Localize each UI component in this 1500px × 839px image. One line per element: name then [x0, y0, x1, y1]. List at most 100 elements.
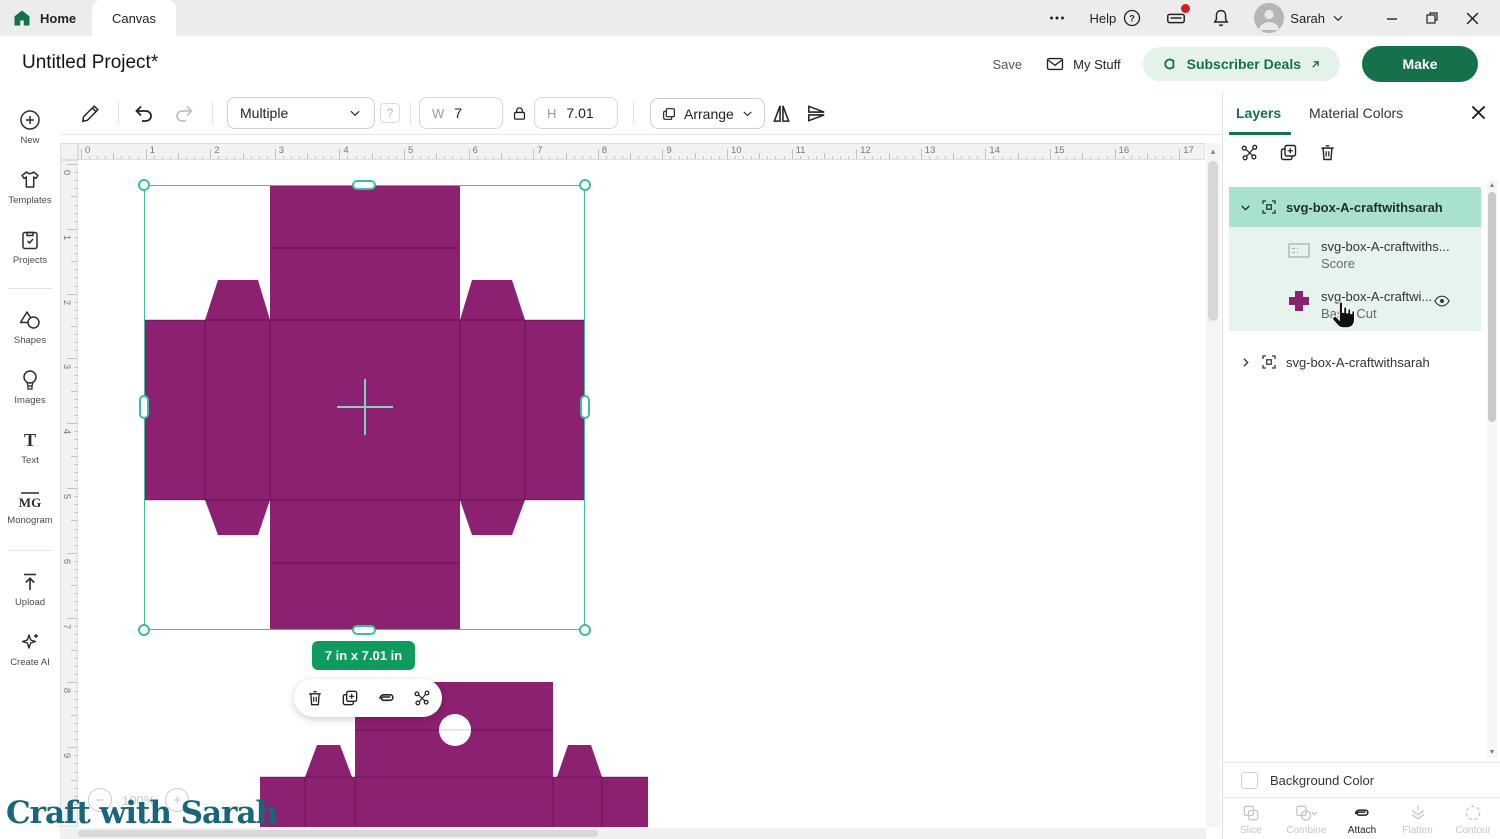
machine-status-button[interactable] — [1164, 7, 1188, 29]
ruler-tick — [574, 156, 575, 159]
duplicate-button[interactable] — [340, 688, 360, 708]
layer-group-row-collapsed[interactable]: svg-box-A-craftwithsarah — [1229, 344, 1481, 380]
window-restore-button[interactable] — [1425, 11, 1439, 25]
attach-button[interactable]: Attach — [1334, 798, 1390, 839]
ruler-number: 7 — [537, 145, 542, 156]
scroll-down-arrow[interactable]: ▼ — [1487, 749, 1497, 756]
scrollbar-thumb[interactable] — [78, 830, 598, 837]
ruler-number: 5 — [408, 145, 413, 156]
ruler-tick — [477, 156, 478, 159]
ruler-tick — [74, 480, 77, 481]
ruler-number: 6 — [473, 145, 478, 156]
delete-button[interactable] — [1317, 142, 1338, 163]
tab-material-colors[interactable]: Material Colors — [1309, 105, 1403, 121]
scrollbar-thumb[interactable] — [1488, 192, 1496, 422]
bell-icon[interactable] — [1210, 7, 1232, 29]
resize-handle-top-left[interactable] — [138, 179, 150, 191]
sidebar-item-shapes[interactable]: Shapes — [0, 308, 60, 346]
flatten-button[interactable]: Flatten — [1390, 798, 1446, 839]
resize-handle-top-right[interactable] — [579, 179, 591, 191]
ruler-tick — [662, 149, 663, 159]
tab-home[interactable]: Home — [12, 0, 76, 36]
sidebar-item-templates[interactable]: Templates — [0, 168, 60, 206]
ruler-tick — [549, 156, 550, 159]
chevron-right-icon[interactable] — [1239, 356, 1252, 369]
layer-name: svg-box-A-craftwiths... — [1321, 239, 1450, 254]
ruler-tick — [856, 149, 857, 159]
selection-type-dropdown[interactable]: Multiple — [227, 97, 375, 129]
scrollbar-thumb[interactable] — [1208, 161, 1218, 321]
sidebar-item-images[interactable]: Images — [0, 368, 60, 406]
ruler-tick — [74, 512, 77, 513]
save-button[interactable]: Save — [993, 57, 1023, 72]
help-button[interactable]: Help ? — [1090, 8, 1143, 28]
user-menu[interactable]: Sarah — [1254, 3, 1345, 33]
sidebar-item-upload[interactable]: Upload — [0, 570, 60, 608]
slice-button[interactable]: Slice — [1223, 798, 1279, 839]
make-button[interactable]: Make — [1362, 46, 1478, 82]
sidebar-item-monogram[interactable]: MG Monogram — [0, 488, 60, 526]
ruler-tick — [1171, 156, 1172, 159]
ruler-tick — [71, 520, 77, 521]
tab-canvas[interactable]: Canvas — [92, 0, 176, 36]
resize-handle-bottom-left[interactable] — [138, 624, 150, 636]
combine-button[interactable]: Combine — [1279, 798, 1335, 839]
resize-handle-top[interactable] — [352, 180, 376, 190]
canvas-vertical-scrollbar[interactable]: ▲ — [1206, 143, 1220, 827]
project-title[interactable]: Untitled Project* — [22, 52, 158, 74]
ruler-tick — [461, 156, 462, 159]
ungroup-button[interactable] — [1239, 142, 1260, 163]
tab-layers[interactable]: Layers — [1236, 105, 1281, 121]
scroll-up-arrow[interactable]: ▲ — [1487, 182, 1497, 189]
layer-row-score[interactable]: svg-box-A-craftwiths... Score — [1287, 239, 1450, 271]
ruler-tick — [695, 153, 696, 159]
height-input[interactable] — [566, 105, 610, 121]
chevron-down-icon[interactable] — [1239, 201, 1252, 214]
height-field[interactable]: H — [534, 97, 618, 129]
undo-button[interactable] — [132, 102, 156, 126]
sidebar-item-create-ai[interactable]: Create AI — [0, 630, 60, 668]
background-color-swatch[interactable] — [1241, 772, 1258, 789]
width-input[interactable] — [454, 105, 498, 121]
sidebar-item-new[interactable]: New — [0, 108, 60, 146]
resize-handle-bottom[interactable] — [352, 625, 376, 635]
contour-button[interactable]: Contour — [1445, 798, 1500, 839]
width-field[interactable]: W — [419, 97, 503, 129]
resize-handle-right[interactable] — [580, 395, 590, 419]
panel-close-button[interactable] — [1470, 104, 1487, 121]
my-stuff-button[interactable]: My Stuff — [1044, 54, 1120, 74]
ruler-tick — [444, 156, 445, 159]
layers-panel: Layers Material Colors svg-box-A-craftwi… — [1222, 92, 1500, 839]
redo-button[interactable] — [172, 102, 196, 126]
delete-button[interactable] — [305, 688, 325, 708]
ruler-tick — [606, 156, 607, 159]
layer-group-row-selected[interactable]: svg-box-A-craftwithsarah — [1229, 187, 1481, 227]
resize-handle-left[interactable] — [139, 395, 149, 419]
ungroup-button[interactable] — [412, 688, 432, 708]
window-close-button[interactable] — [1465, 11, 1480, 26]
attach-button[interactable] — [375, 687, 397, 709]
project-header: Untitled Project* Save My Stuff Subscrib… — [0, 36, 1500, 92]
lock-ratio-icon[interactable] — [511, 105, 528, 122]
arrange-dropdown[interactable]: Arrange — [650, 98, 765, 129]
flip-horizontal-button[interactable] — [770, 102, 793, 125]
resize-handle-bottom-right[interactable] — [579, 624, 591, 636]
templates-icon — [18, 168, 42, 192]
ruler-tick — [121, 156, 122, 159]
sidebar-item-projects[interactable]: Projects — [0, 228, 60, 266]
flip-vertical-button[interactable] — [805, 102, 828, 125]
edit-pencil-icon[interactable] — [80, 102, 102, 124]
overflow-menu-icon[interactable] — [1046, 7, 1068, 29]
ruler-tick — [493, 156, 494, 159]
ruler-tick — [452, 156, 453, 159]
visibility-eye-icon[interactable] — [1433, 292, 1451, 310]
scroll-up-arrow[interactable]: ▲ — [1208, 147, 1218, 156]
layer-row-basic-cut[interactable]: svg-box-A-craftwi... Basic Cut — [1287, 289, 1432, 321]
help-tip-button[interactable]: ? — [380, 103, 400, 123]
sidebar-item-text[interactable]: T Text — [0, 428, 60, 466]
subscriber-deals-button[interactable]: Subscriber Deals — [1143, 47, 1340, 81]
duplicate-button[interactable] — [1278, 142, 1299, 163]
window-minimize-button[interactable] — [1385, 11, 1399, 25]
ruler-tick — [74, 399, 77, 400]
panel-scrollbar[interactable]: ▲ ▼ — [1487, 180, 1497, 758]
